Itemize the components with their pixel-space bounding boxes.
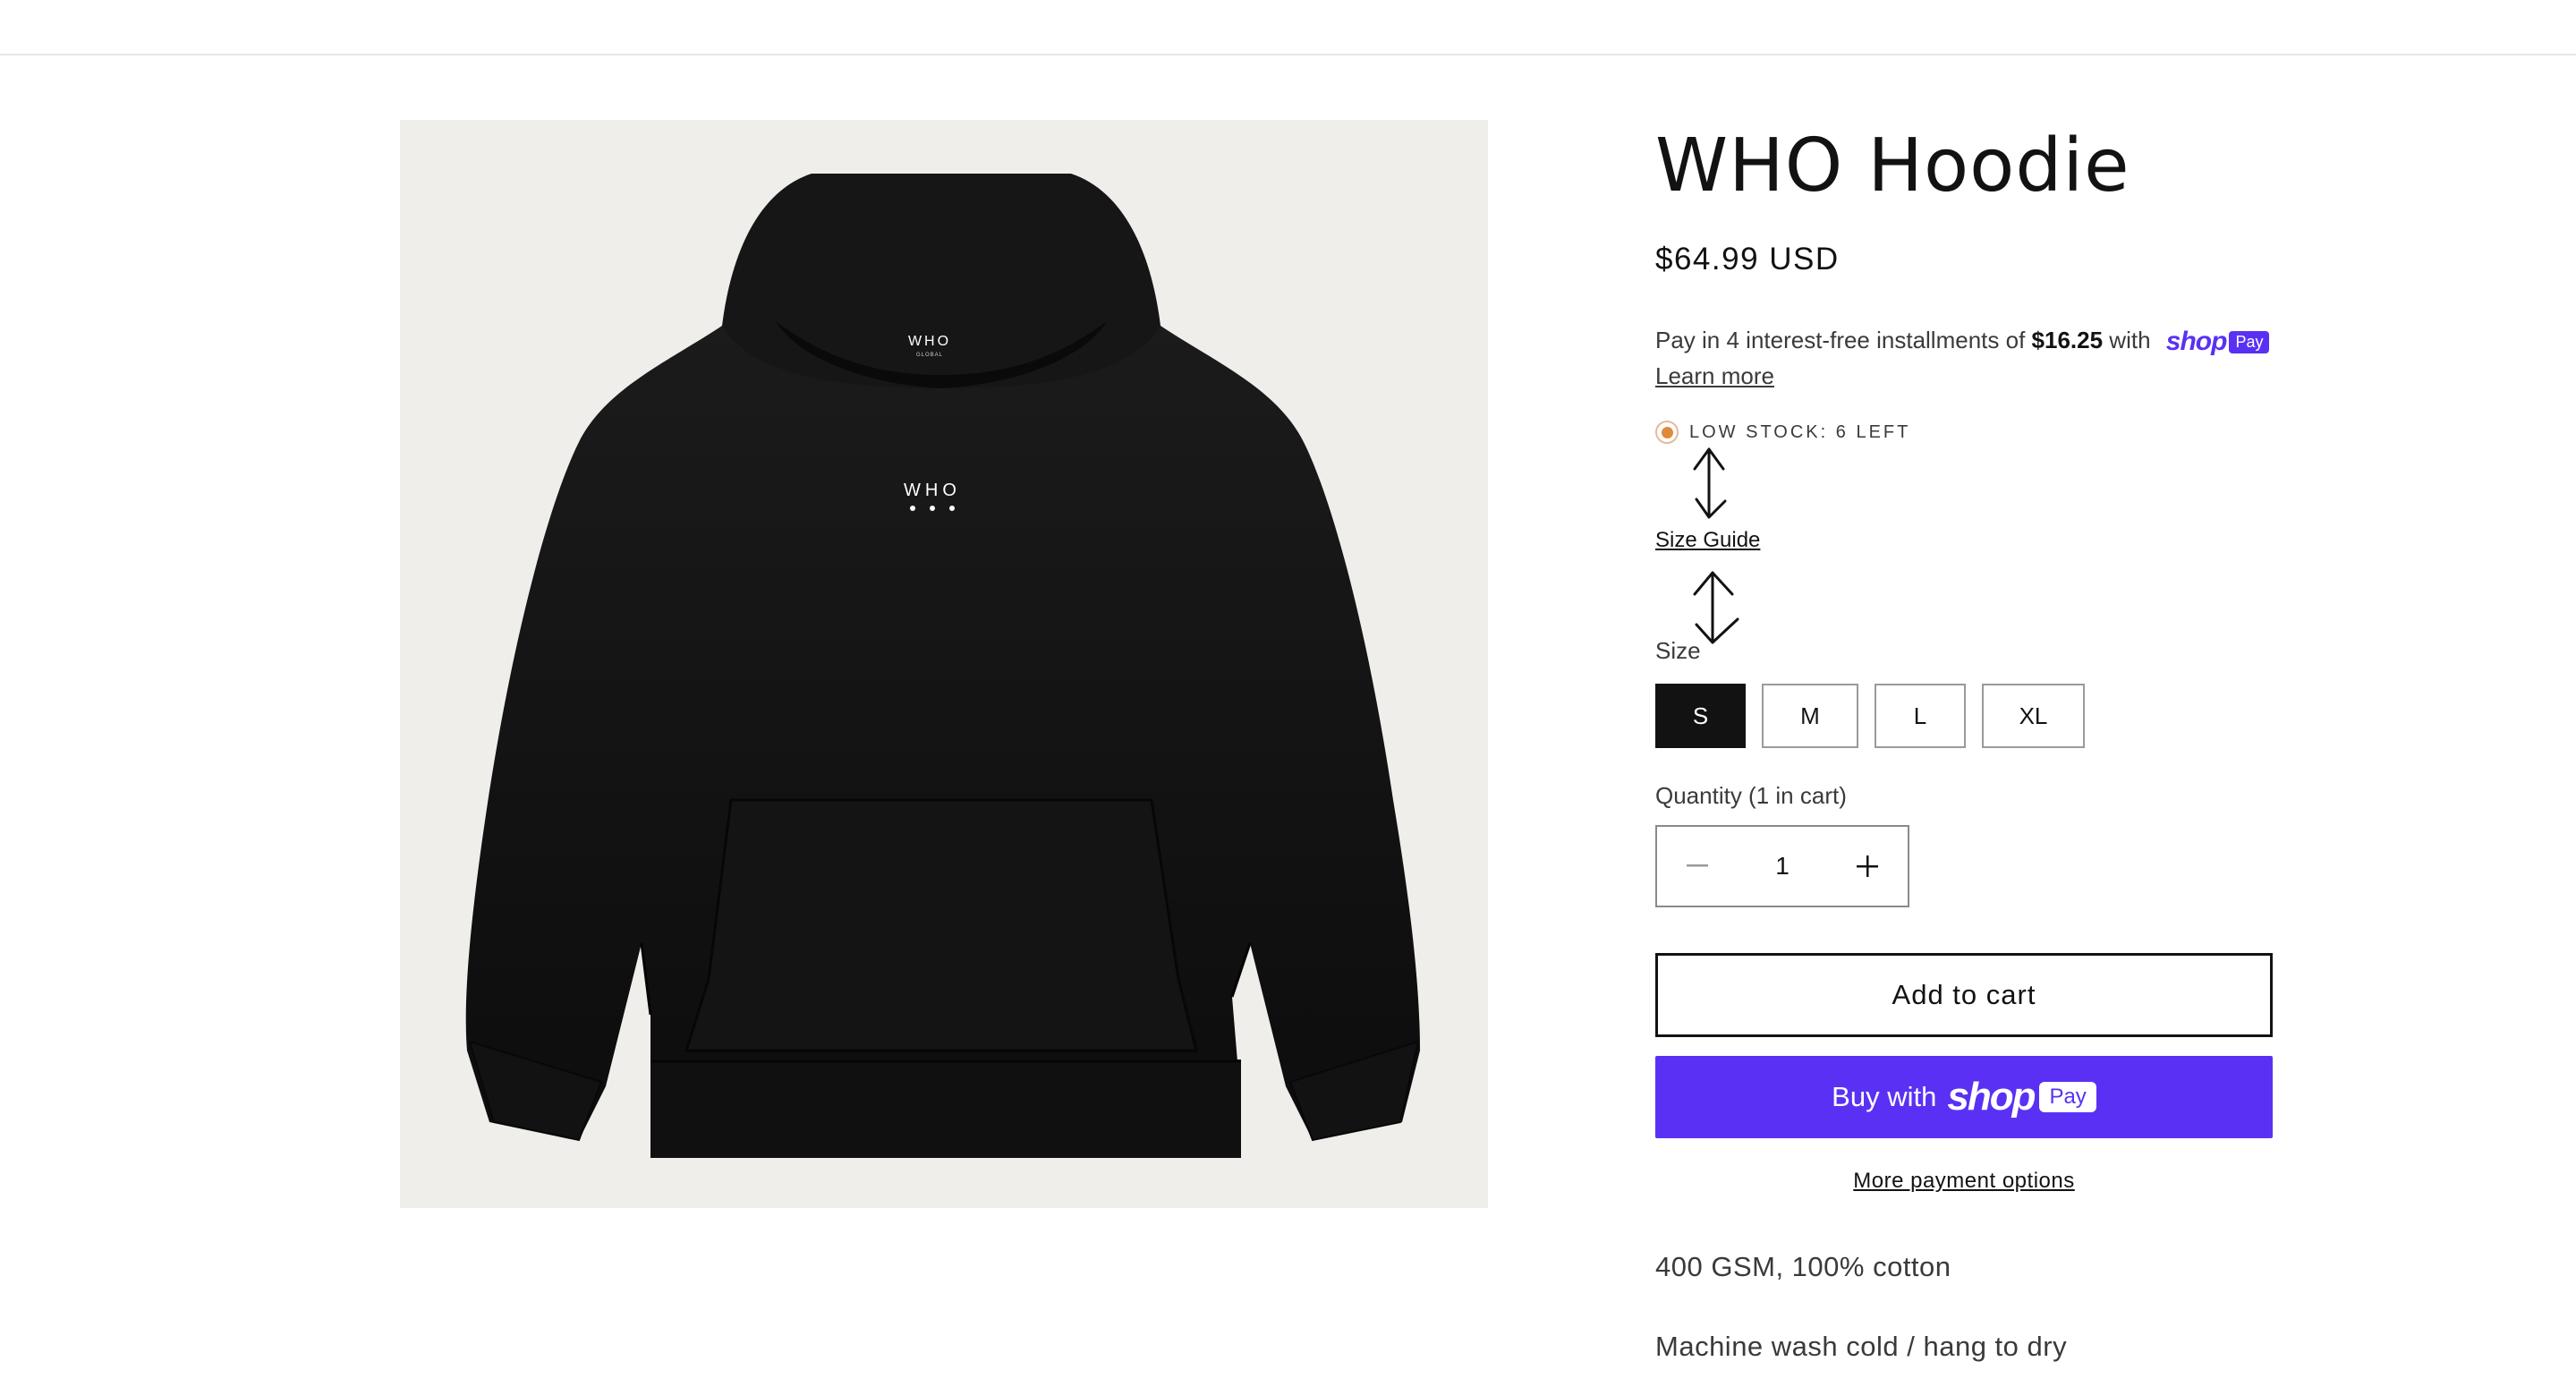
description-care: Machine wash cold / hang to dry xyxy=(1655,1331,2068,1362)
header-bar xyxy=(0,0,2576,55)
pay-badge: Pay xyxy=(2039,1082,2096,1112)
product-title: WHO Hoodie xyxy=(1655,123,2130,208)
shop-logo-text: shop xyxy=(1947,1075,2036,1119)
size-option-xl[interactable]: XL xyxy=(1982,684,2085,748)
vertical-resize-arrow-icon xyxy=(1693,447,1727,519)
plus-icon xyxy=(1857,855,1878,877)
installments-with: with xyxy=(2103,327,2151,353)
more-payment-options-link[interactable]: More payment options xyxy=(1655,1169,2273,1194)
chest-print-text: WHO xyxy=(904,481,961,500)
quantity-decrease-button[interactable] xyxy=(1657,827,1738,906)
product-price: $64.99 USD xyxy=(1655,242,1840,277)
stock-indicator: LOW STOCK: 6 LEFT xyxy=(1655,421,1910,444)
hood-print-text: WHO xyxy=(908,334,951,349)
buy-with-shop-pay-button[interactable]: Buy with shop Pay xyxy=(1655,1056,2273,1138)
shop-pay-logo-pay: Pay xyxy=(2229,331,2270,354)
buy-with-label: Buy with xyxy=(1832,1081,1937,1112)
size-option-l[interactable]: L xyxy=(1875,684,1966,748)
stock-label: LOW STOCK: 6 LEFT xyxy=(1689,421,1911,442)
installments-text: Pay in 4 interest-free installments of xyxy=(1655,327,2032,353)
shop-pay-logo-shop: shop xyxy=(2165,327,2228,357)
low-stock-dot-icon xyxy=(1655,421,1679,444)
installment-amount: $16.25 xyxy=(2031,327,2104,353)
quantity-increase-button[interactable] xyxy=(1827,827,1908,906)
hood-print-subtext: GLOBAL xyxy=(916,353,943,358)
quantity-stepper xyxy=(1655,825,1909,907)
size-guide-link[interactable]: Size Guide xyxy=(1655,528,1760,553)
shop-pay-logo: shop Pay xyxy=(2166,327,2270,357)
description-material: 400 GSM, 100% cotton xyxy=(1655,1251,1951,1282)
quantity-input[interactable] xyxy=(1745,851,1820,881)
size-label: Size xyxy=(1655,637,1701,664)
vertical-resize-arrow-icon-2 xyxy=(1693,571,1739,644)
size-option-m[interactable]: M xyxy=(1762,684,1858,748)
minus-icon xyxy=(1687,864,1708,867)
add-to-cart-button[interactable]: Add to cart xyxy=(1655,953,2273,1037)
size-option-s[interactable]: S xyxy=(1655,684,1746,748)
product-image[interactable]: WHO WHO GLOBAL xyxy=(400,120,1488,1208)
size-options: S M L XL xyxy=(1655,684,2085,748)
hoodie-illustration: WHO WHO GLOBAL xyxy=(465,174,1420,1158)
quantity-label: Quantity (1 in cart) xyxy=(1655,782,1847,809)
learn-more-link[interactable]: Learn more xyxy=(1655,362,1774,390)
installments-message: Pay in 4 interest-free installments of $… xyxy=(1655,327,2270,357)
